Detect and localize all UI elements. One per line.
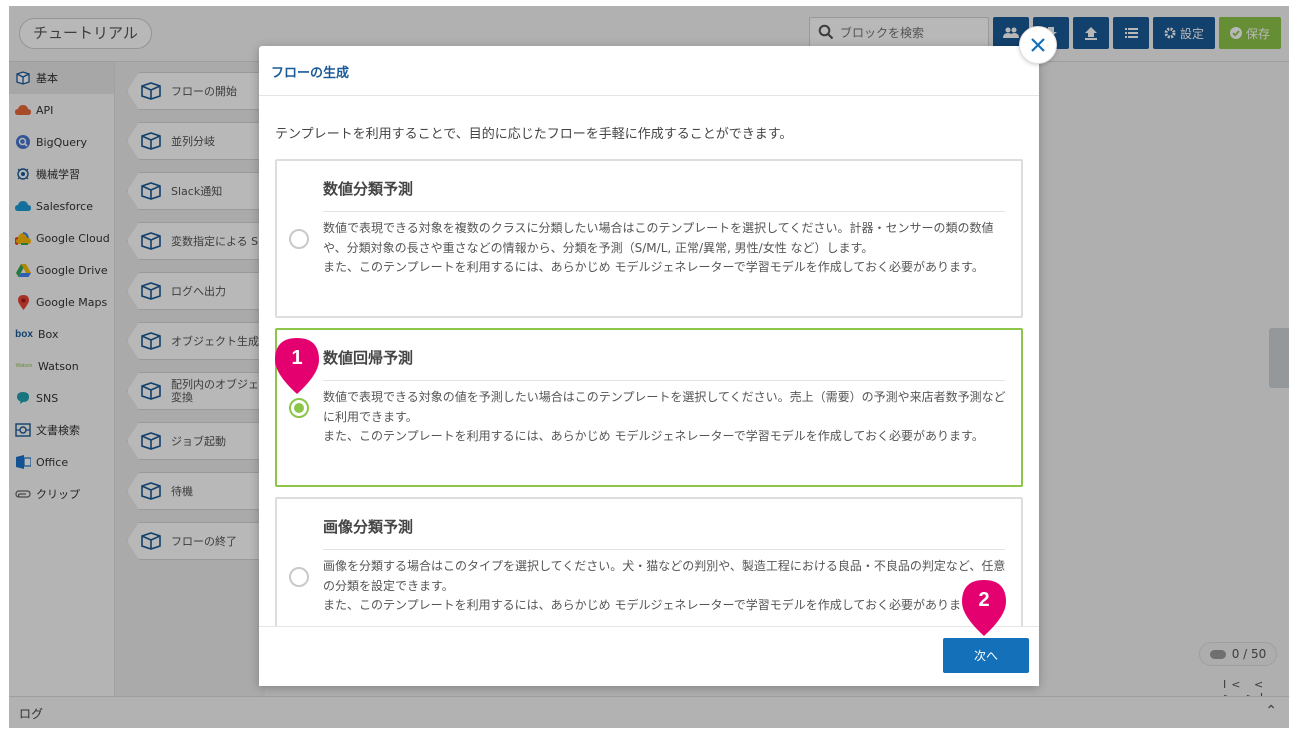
close-icon [1031,38,1045,52]
template-radio[interactable] [289,229,309,249]
template-name: 数値回帰予測 [323,349,414,367]
dialog-header: フローの生成 [259,46,1039,96]
template-name: 画像分類予測 [323,518,414,536]
template-description: 数値で表現できる対象の値を予測したい場合はこのテンプレートを選択してください。売… [323,390,1006,443]
create-flow-dialog: フローの生成 テンプレートを利用することで、目的に応じたフローを手軽に作成するこ… [259,26,1057,686]
close-button[interactable] [1019,26,1057,64]
template-radio-selected[interactable] [289,398,309,418]
step-marker-2: 2 [960,578,1008,638]
app-window: チュートリアル 設定 保存 基本 [9,6,1289,728]
template-description: 画像を分類する場合はこのタイプを選択してください。犬・猫などの判別や、製造工程に… [323,559,1006,612]
step-marker-1: 1 [273,336,321,396]
template-name: 数値分類予測 [323,180,414,198]
dialog-body: テンプレートを利用することで、目的に応じたフローを手軽に作成することができます。… [259,96,1039,626]
template-option-classification[interactable]: 数値分類予測 数値で表現できる対象を複数のクラスに分類したい場合はこのテンプレー… [275,159,1023,318]
next-button[interactable]: 次へ [943,638,1029,673]
template-option-image-classification[interactable]: 画像分類予測 画像を分類する場合はこのタイプを選択してください。犬・猫などの判別… [275,497,1023,626]
dialog-footer: 次へ [259,626,1039,686]
template-option-regression[interactable]: 数値回帰予測 数値で表現できる対象の値を予測したい場合はこのテンプレートを選択し… [275,328,1023,487]
dialog-intro: テンプレートを利用することで、目的に応じたフローを手軽に作成することができます。 [275,127,793,142]
dialog-title: フローの生成 [271,66,350,81]
template-radio[interactable] [289,567,309,587]
template-description: 数値で表現できる対象を複数のクラスに分類したい場合はこのテンプレートを選択してく… [323,221,994,274]
